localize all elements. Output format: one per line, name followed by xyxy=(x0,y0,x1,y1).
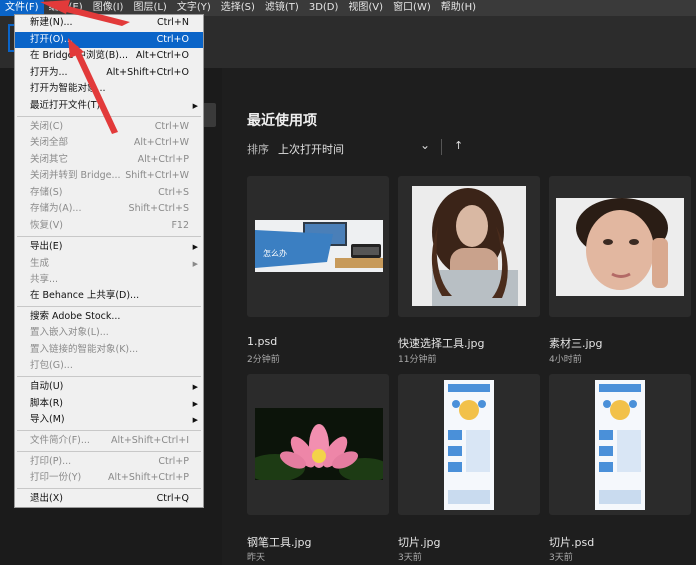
menu-separator xyxy=(17,430,201,431)
menu-item-exit[interactable]: 退出(X) Ctrl+Q xyxy=(15,491,203,507)
menu-item-print-one[interactable]: 打印一份(Y) Alt+Shift+Ctrl+P xyxy=(15,470,203,486)
menu-item-close[interactable]: 关闭(C) Ctrl+W xyxy=(15,119,203,135)
menu-item-recent-files[interactable]: 最近打开文件(T) ▶ xyxy=(15,98,203,114)
menu-separator xyxy=(17,451,201,452)
file-name[interactable]: 切片.psd xyxy=(549,534,594,550)
sort-direction-icon[interactable]: ↑ xyxy=(454,139,463,152)
menu-item-generate[interactable]: 生成 ▶ xyxy=(15,256,203,272)
menu-item-save[interactable]: 存储(S) Ctrl+S xyxy=(15,185,203,201)
file-name[interactable]: 快速选择工具.jpg xyxy=(398,335,485,351)
menu-item-search-stock[interactable]: 搜索 Adobe Stock... xyxy=(15,309,203,325)
file-name[interactable]: 钢笔工具.jpg xyxy=(247,534,312,550)
sort-label: 排序 xyxy=(247,143,269,156)
menu-item-open[interactable]: 打开(O)... Ctrl+O xyxy=(15,32,203,48)
thumbnail-lotus xyxy=(255,408,383,480)
thumbnail-face xyxy=(556,198,684,296)
recent-title: 最近使用项 xyxy=(247,113,317,129)
menu-item-new[interactable]: 新建(N)... Ctrl+N xyxy=(15,15,203,31)
file-card[interactable] xyxy=(247,374,389,515)
submenu-arrow-icon: ▶ xyxy=(192,243,198,251)
submenu-arrow-icon: ▶ xyxy=(192,383,198,391)
submenu-arrow-icon: ▶ xyxy=(192,260,198,268)
menu-item-file-info[interactable]: 文件简介(F)... Alt+Shift+Ctrl+I xyxy=(15,433,203,449)
menu-3d[interactable]: 3D(D) xyxy=(304,0,344,16)
file-menu-dropdown: 新建(N)... Ctrl+N 打开(O)... Ctrl+O 在 Bridge 中… xyxy=(14,14,204,508)
menu-item-share[interactable]: 共享... xyxy=(15,272,203,288)
file-card[interactable] xyxy=(549,374,691,515)
file-name[interactable]: 素材三.jpg xyxy=(549,335,603,351)
menu-item-place-embedded[interactable]: 置入嵌入对象(L)... xyxy=(15,325,203,341)
menu-select[interactable]: 选择(S) xyxy=(216,0,260,16)
file-time: 4小时前 xyxy=(549,355,582,365)
menu-item-browse-bridge[interactable]: 在 Bridge 中浏览(B)... Alt+Ctrl+O xyxy=(15,48,203,64)
menu-separator xyxy=(17,488,201,489)
thumbnail-portrait-woman xyxy=(412,186,526,306)
file-time: 11分钟前 xyxy=(398,355,437,365)
menu-item-close-go-bridge[interactable]: 关闭并转到 Bridge... Shift+Ctrl+W xyxy=(15,168,203,184)
menu-filter[interactable]: 滤镜(T) xyxy=(260,0,304,16)
menu-item-close-all[interactable]: 关闭全部 Alt+Ctrl+W xyxy=(15,135,203,151)
sort-dropdown[interactable]: 上次打开时间 xyxy=(278,141,344,157)
file-time: 3天前 xyxy=(398,553,422,563)
menu-item-export[interactable]: 导出(E) ▶ xyxy=(15,239,203,255)
menu-view[interactable]: 视图(V) xyxy=(343,0,388,16)
menu-item-open-as[interactable]: 打开为... Alt+Shift+Ctrl+O xyxy=(15,65,203,81)
menu-item-save-as[interactable]: 存储为(A)... Shift+Ctrl+S xyxy=(15,201,203,217)
menu-window[interactable]: 窗口(W) xyxy=(388,0,436,16)
file-card[interactable] xyxy=(549,176,691,317)
thumbnail-infographic xyxy=(444,380,494,510)
submenu-arrow-icon: ▶ xyxy=(192,416,198,424)
file-time: 3天前 xyxy=(549,553,573,563)
submenu-arrow-icon: ▶ xyxy=(192,400,198,408)
file-card[interactable] xyxy=(398,176,540,317)
menu-item-share-behance[interactable]: 在 Behance 上共享(D)... xyxy=(15,288,203,304)
menu-item-revert[interactable]: 恢复(V) F12 xyxy=(15,218,203,234)
sort-divider xyxy=(441,139,442,155)
menu-item-import[interactable]: 导入(M) ▶ xyxy=(15,412,203,428)
menu-item-print[interactable]: 打印(P)... Ctrl+P xyxy=(15,454,203,470)
menu-item-close-others[interactable]: 关闭其它 Alt+Ctrl+P xyxy=(15,152,203,168)
submenu-arrow-icon: ▶ xyxy=(192,102,198,110)
thumbnail-1psd: 怎么办 xyxy=(255,220,383,272)
thumbnail-infographic xyxy=(595,380,645,510)
file-card[interactable]: 怎么办 xyxy=(247,176,389,317)
menu-separator xyxy=(17,116,201,117)
menu-item-open-smart-object[interactable]: 打开为智能对象... xyxy=(15,81,203,97)
menu-item-scripts[interactable]: 脚本(R) ▶ xyxy=(15,396,203,412)
file-name[interactable]: 1.psd xyxy=(247,335,277,348)
file-time: 2分钟前 xyxy=(247,355,280,365)
menu-separator xyxy=(17,306,201,307)
chevron-down-icon[interactable]: ⌄ xyxy=(420,138,430,152)
menu-help[interactable]: 帮助(H) xyxy=(436,0,481,16)
file-time: 昨天 xyxy=(247,553,266,563)
thumbnail-text: 怎么办 xyxy=(263,248,287,258)
menu-separator xyxy=(17,236,201,237)
menu-item-place-linked[interactable]: 置入链接的智能对象(K)... xyxy=(15,342,203,358)
menu-item-automate[interactable]: 自动(U) ▶ xyxy=(15,379,203,395)
menu-separator xyxy=(17,376,201,377)
menu-item-package[interactable]: 打包(G)... xyxy=(15,358,203,374)
file-card[interactable] xyxy=(398,374,540,515)
file-name[interactable]: 切片.jpg xyxy=(398,534,441,550)
